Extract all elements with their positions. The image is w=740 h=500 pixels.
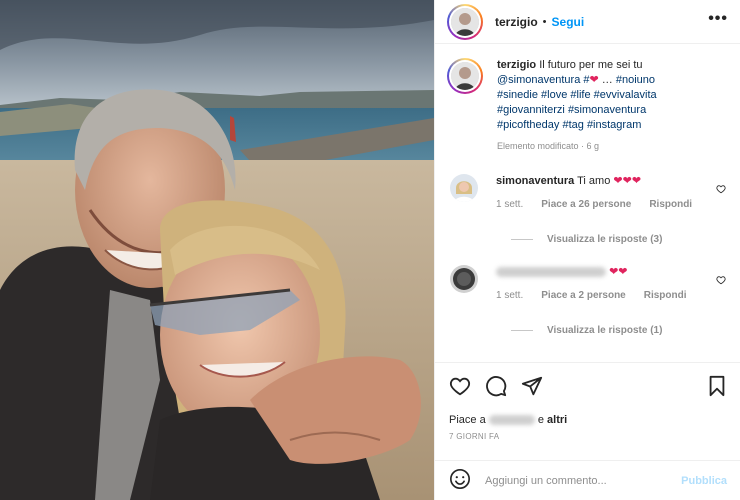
mention-link[interactable]: @simonaventura xyxy=(497,74,580,86)
caption-ellipsis: … xyxy=(601,74,613,86)
comment-username[interactable]: simonaventura xyxy=(496,175,574,187)
share-icon-svg xyxy=(521,376,543,396)
view-replies-button[interactable]: Visualizza le risposte (1) xyxy=(511,325,728,336)
action-bar: Piace a e altri 7 GIORNI FA xyxy=(435,362,740,441)
commenter-avatar[interactable] xyxy=(450,174,478,202)
heart-outline-icon xyxy=(716,185,726,194)
share-icon[interactable] xyxy=(521,375,543,400)
heart-emoji: ❤ xyxy=(589,74,599,86)
hashtag-link[interactable]: #evvivalavita xyxy=(594,89,657,101)
hashtag-link[interactable]: #love xyxy=(541,89,567,101)
publish-button[interactable]: Pubblica xyxy=(681,475,727,487)
post-header: terzigio • Segui ••• xyxy=(435,0,740,44)
comment-icon[interactable] xyxy=(485,375,507,400)
blurred-liker xyxy=(488,415,535,426)
caption-text: terzigio Il futuro per me sei tu @simona… xyxy=(497,58,657,154)
comment-like-icon[interactable] xyxy=(716,275,726,288)
heart-outline-icon xyxy=(716,276,726,285)
view-replies-label: Visualizza le risposte (3) xyxy=(547,234,663,245)
comment-time[interactable]: 1 sett. xyxy=(496,289,523,303)
post-photo[interactable] xyxy=(0,0,434,500)
heart-icon-svg xyxy=(449,377,471,396)
hashtag-link[interactable]: #tag xyxy=(562,119,583,131)
comment-like-icon[interactable] xyxy=(716,184,726,197)
caption-meta: Elemento modificato · 6 g xyxy=(497,141,600,151)
avatar-image xyxy=(451,7,479,36)
emoji-icon-svg xyxy=(450,469,470,489)
hashtag-link[interactable]: #picoftheday xyxy=(497,119,559,131)
replies-divider xyxy=(511,330,533,331)
separator-dot: • xyxy=(542,15,547,28)
hashtag-link[interactable]: #noiuno xyxy=(616,74,655,86)
likes-summary: Piace a e altri xyxy=(449,414,727,426)
likes-suffix: e xyxy=(537,414,544,426)
likes-others-link[interactable]: altri xyxy=(547,414,567,426)
view-replies-label: Visualizza le risposte (1) xyxy=(547,325,663,336)
comment-icon-svg xyxy=(486,376,507,397)
bookmark-icon-svg xyxy=(709,375,725,397)
author-avatar[interactable] xyxy=(447,3,483,40)
hashtag-link[interactable]: #life xyxy=(570,89,590,101)
reply-button[interactable]: Rispondi xyxy=(644,289,687,303)
avatar-image xyxy=(451,62,479,90)
author-username[interactable]: terzigio xyxy=(495,15,538,29)
hashtag-link[interactable]: #sinedie xyxy=(497,89,538,101)
commenter-avatar[interactable] xyxy=(450,265,478,293)
post-image xyxy=(0,0,434,500)
comment-likes[interactable]: Piace a 26 persone xyxy=(541,198,631,212)
emoji-icon[interactable] xyxy=(449,468,471,493)
hashtag-link[interactable]: #simonaventura xyxy=(568,104,646,116)
heart-icon[interactable] xyxy=(449,375,471,400)
comment-item: ❤❤ 1 sett. Piace a 2 persone Rispondi xyxy=(447,265,728,303)
comment-input[interactable] xyxy=(485,474,665,487)
comment-hearts: ❤❤❤ xyxy=(613,175,642,187)
likes-prefix: Piace a xyxy=(449,414,486,426)
caption-username[interactable]: terzigio xyxy=(497,59,536,71)
bookmark-icon[interactable] xyxy=(707,375,727,400)
follow-button[interactable]: Segui xyxy=(552,15,585,29)
comment-hearts: ❤❤ xyxy=(609,266,628,278)
add-comment-bar: Pubblica xyxy=(435,460,740,500)
more-icon[interactable]: ••• xyxy=(708,10,728,34)
comments-list[interactable]: terzigio Il futuro per me sei tu @simona… xyxy=(435,44,740,364)
caption: terzigio Il futuro per me sei tu @simona… xyxy=(447,58,728,154)
comment-text: Ti amo xyxy=(577,175,611,187)
caption-line: Il futuro per me sei tu xyxy=(539,59,643,71)
post-time[interactable]: 7 GIORNI FA xyxy=(449,432,727,441)
avatar-image xyxy=(450,174,478,202)
comment-likes[interactable]: Piace a 2 persone xyxy=(541,289,626,303)
hashtag-link[interactable]: #instagram xyxy=(587,119,641,131)
replies-divider xyxy=(511,239,533,240)
reply-button[interactable]: Rispondi xyxy=(649,198,692,212)
post-panel: terzigio • Segui ••• terzigio Il futuro … xyxy=(434,0,740,500)
comment-item: simonaventura Ti amo ❤❤❤ 1 sett. Piace a… xyxy=(447,174,728,212)
blurred-username xyxy=(496,267,606,278)
view-replies-button[interactable]: Visualizza le risposte (3) xyxy=(511,234,728,245)
caption-avatar[interactable] xyxy=(447,58,483,94)
comment-time[interactable]: 1 sett. xyxy=(496,198,523,212)
hashtag-link[interactable]: #giovanniterzi xyxy=(497,104,565,116)
avatar-image xyxy=(450,265,478,293)
